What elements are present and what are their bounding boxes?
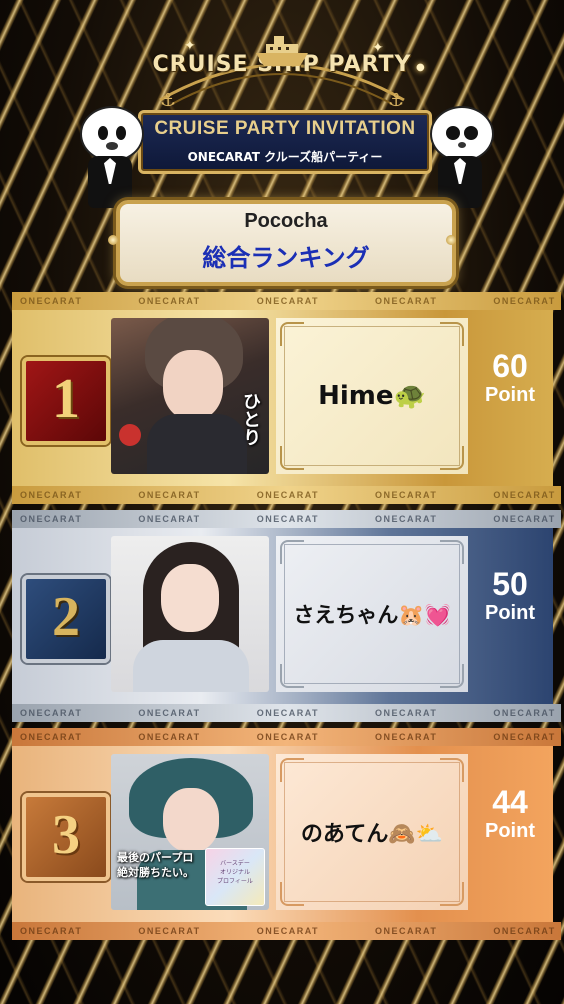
overall-ranking-title: 総合ランキング [202, 244, 370, 272]
onecarat-strip: ONECARAT ONECARAT ONECARAT ONECARAT ONECARAT [12, 704, 561, 722]
participant-name: さえちゃん🐹💓 [293, 603, 451, 627]
points-value: 44 [492, 784, 528, 820]
participant-name: のあてん🙈⛅ [300, 822, 444, 847]
anchor-icon: ⚓ [388, 90, 405, 111]
ship-icon [256, 36, 308, 66]
name-frame: のあてん🙈⛅ [276, 754, 468, 910]
ribbon-subtitle: ONECARAT クルーズ船パーティー [187, 150, 383, 164]
ranking-row-3: ONECARAT ONECARAT ONECARAT ONECARAT ONECARAT… [12, 728, 561, 940]
participant-photo: 最後のパープロ 絶対勝ちたい。 バースデー オリジナル プロフィール [111, 754, 269, 910]
onecarat-strip: ONECARAT ONECARAT ONECARAT ONECARAT ONECARAT [12, 922, 561, 940]
rank-panel: 2 さえちゃん🐹💓 50 Point [12, 528, 553, 704]
participant-photo [111, 536, 269, 692]
participant-name: Hime🐢 [318, 381, 426, 411]
points-display: 60 Point [470, 348, 550, 406]
rank-panel: 1 ひとり Hime🐢 60 Point [12, 310, 553, 486]
points-display: 50 Point [470, 566, 550, 624]
onecarat-strip: ONECARAT ONECARAT ONECARAT ONECARAT ONECARAT [12, 728, 561, 746]
rank-panel: 3 最後のパープロ 絶対勝ちたい。 バースデー オリジナル プロフィール のあて… [12, 746, 553, 922]
ranking-row-1: ONECARAT ONECARAT ONECARAT ONECARAT ONECARAT… [12, 292, 561, 504]
birthday-profile-card: バースデー オリジナル プロフィール [205, 848, 265, 906]
rank-number: 2 [52, 586, 80, 648]
sparkle-icon: ✦ [372, 40, 384, 56]
name-frame: Hime🐢 [276, 318, 468, 474]
profile-card-text: バースデー オリジナル プロフィール [217, 860, 253, 885]
onecarat-strip: ONECARAT ONECARAT ONECARAT ONECARAT ONECARAT [12, 510, 561, 528]
rank-badge: 1 [22, 357, 110, 445]
photo-caption: ひとり [240, 392, 261, 446]
rank-number: 3 [52, 804, 80, 866]
anchor-icon: ⚓ [160, 90, 177, 111]
onecarat-strip: ONECARAT ONECARAT ONECARAT ONECARAT ONECARAT [12, 486, 561, 504]
pococha-logo: Pococha [244, 210, 328, 232]
rank-badge: 2 [22, 575, 110, 663]
points-value: 60 [492, 348, 528, 384]
points-value: 50 [492, 566, 528, 602]
ribbon-title: CRUISE PARTY INVITATION [154, 118, 416, 139]
sparkle-icon: ● [416, 62, 425, 73]
photo-caption: 最後のパープロ 絶対勝ちたい。 [117, 851, 194, 879]
ranking-row-2: ONECARAT ONECARAT ONECARAT ONECARAT ONECARAT… [12, 510, 561, 722]
rank-number: 1 [52, 368, 80, 430]
onecarat-strip: ONECARAT ONECARAT ONECARAT ONECARAT ONECARAT [12, 292, 561, 310]
name-frame: さえちゃん🐹💓 [276, 536, 468, 692]
points-display: 44 Point [470, 784, 550, 842]
points-unit: Point [485, 820, 535, 842]
sparkle-icon: ✦ [184, 38, 196, 54]
points-unit: Point [485, 384, 535, 406]
rank-badge: 3 [22, 793, 110, 881]
participant-photo: ひとり [111, 318, 269, 474]
points-unit: Point [485, 602, 535, 624]
